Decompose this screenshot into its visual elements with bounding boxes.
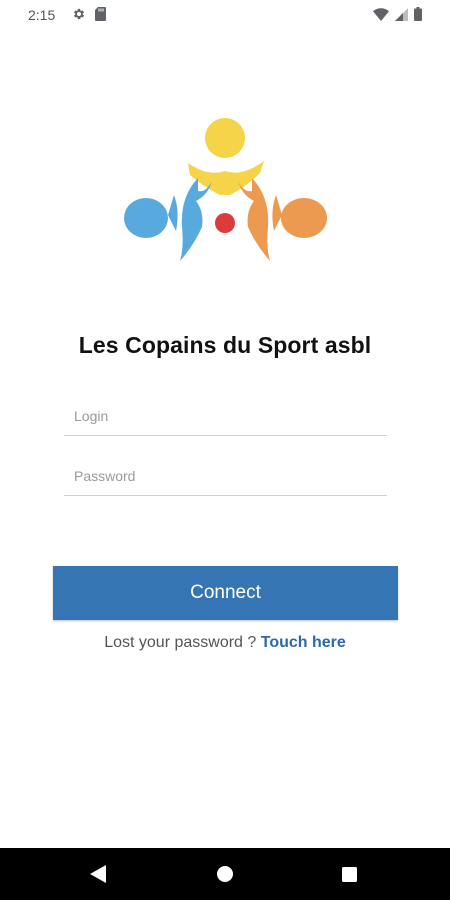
login-input[interactable] <box>64 396 387 436</box>
password-input[interactable] <box>64 456 387 496</box>
system-nav-bar <box>0 848 450 900</box>
logo-orange-head <box>281 198 327 238</box>
touch-here-link[interactable]: Touch here <box>261 634 346 651</box>
lost-password-row: Lost your password ? Touch here <box>0 634 450 652</box>
signal-icon <box>395 7 408 24</box>
sd-card-icon <box>95 7 106 24</box>
wifi-icon <box>373 7 389 24</box>
logo-blue-body <box>180 178 212 261</box>
status-bar: 2:15 <box>0 0 450 30</box>
status-left-icons <box>72 7 106 24</box>
home-icon[interactable] <box>217 866 233 887</box>
app-logo <box>118 115 332 265</box>
lost-password-text: Lost your password ? <box>104 634 261 651</box>
connect-button[interactable]: Connect <box>53 566 398 620</box>
battery-icon <box>414 7 422 24</box>
recents-icon[interactable] <box>342 867 357 887</box>
logo-blue-head <box>124 198 168 238</box>
logo-yellow-head <box>205 118 245 158</box>
login-screen: 2:15 Les Copains du Sport asbl Login Con… <box>0 0 450 900</box>
back-icon[interactable] <box>90 865 106 888</box>
logo-orange-body <box>238 178 270 261</box>
status-time: 2:15 <box>28 7 56 23</box>
settings-icon <box>72 7 86 24</box>
logo-red-ball <box>215 213 235 233</box>
status-right-icons <box>373 7 422 24</box>
app-title: Les Copains du Sport asbl <box>78 332 372 358</box>
